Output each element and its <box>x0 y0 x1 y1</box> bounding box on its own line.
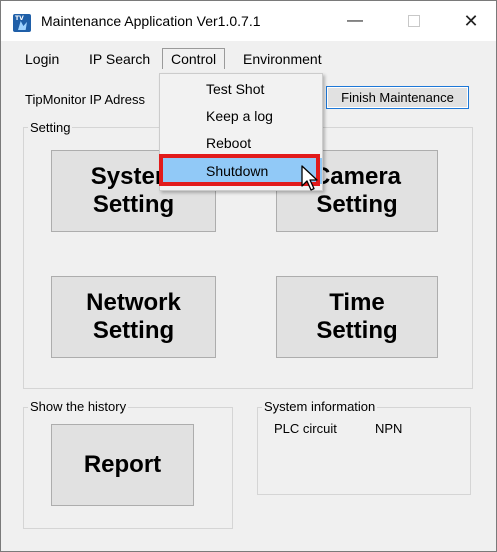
menu-bar: Login IP Search Control Environment <box>1 47 496 73</box>
window-title: Maintenance Application Ver1.0.7.1 <box>41 13 261 29</box>
close-button[interactable]: ✕ <box>448 1 494 41</box>
mouse-pointer-icon <box>301 165 318 191</box>
menu-item-keep-a-log[interactable]: Keep a log <box>160 103 322 129</box>
minimize-button[interactable]: — <box>332 1 378 41</box>
setting-group-label: Setting <box>28 120 73 135</box>
plc-circuit-value: NPN <box>375 421 403 436</box>
time-setting-button[interactable]: Time Setting <box>276 276 438 358</box>
app-logo-icon: TV <box>13 14 31 32</box>
report-button[interactable]: Report <box>51 424 194 506</box>
menu-item-label: Reboot <box>206 135 252 151</box>
app-window: TV Maintenance Application Ver1.0.7.1 — … <box>0 0 497 552</box>
maximize-icon <box>408 15 420 27</box>
menu-item-label: Test Shot <box>206 81 265 97</box>
menu-control[interactable]: Control <box>162 48 226 69</box>
title-bar: TV Maintenance Application Ver1.0.7.1 — … <box>1 1 496 41</box>
close-icon: ✕ <box>463 10 479 31</box>
menu-login[interactable]: Login <box>19 49 65 69</box>
menu-item-reboot[interactable]: Reboot <box>160 130 322 156</box>
maximize-button[interactable] <box>391 1 437 41</box>
history-group-label: Show the history <box>28 399 129 414</box>
network-setting-button[interactable]: Network Setting <box>51 276 216 358</box>
minimize-icon: — <box>347 12 363 29</box>
annotation-highlight-box <box>159 154 320 186</box>
plc-circuit-label: PLC circuit <box>274 421 337 436</box>
menu-environment[interactable]: Environment <box>237 49 328 69</box>
finish-maintenance-button[interactable]: Finish Maintenance <box>326 86 469 109</box>
system-information-group-label: System information <box>262 399 378 414</box>
ip-address-label: TipMonitor IP Adress <box>25 92 145 107</box>
menu-item-test-shot[interactable]: Test Shot <box>160 76 322 102</box>
menu-ip-search[interactable]: IP Search <box>83 49 156 69</box>
menu-item-label: Keep a log <box>206 108 273 124</box>
